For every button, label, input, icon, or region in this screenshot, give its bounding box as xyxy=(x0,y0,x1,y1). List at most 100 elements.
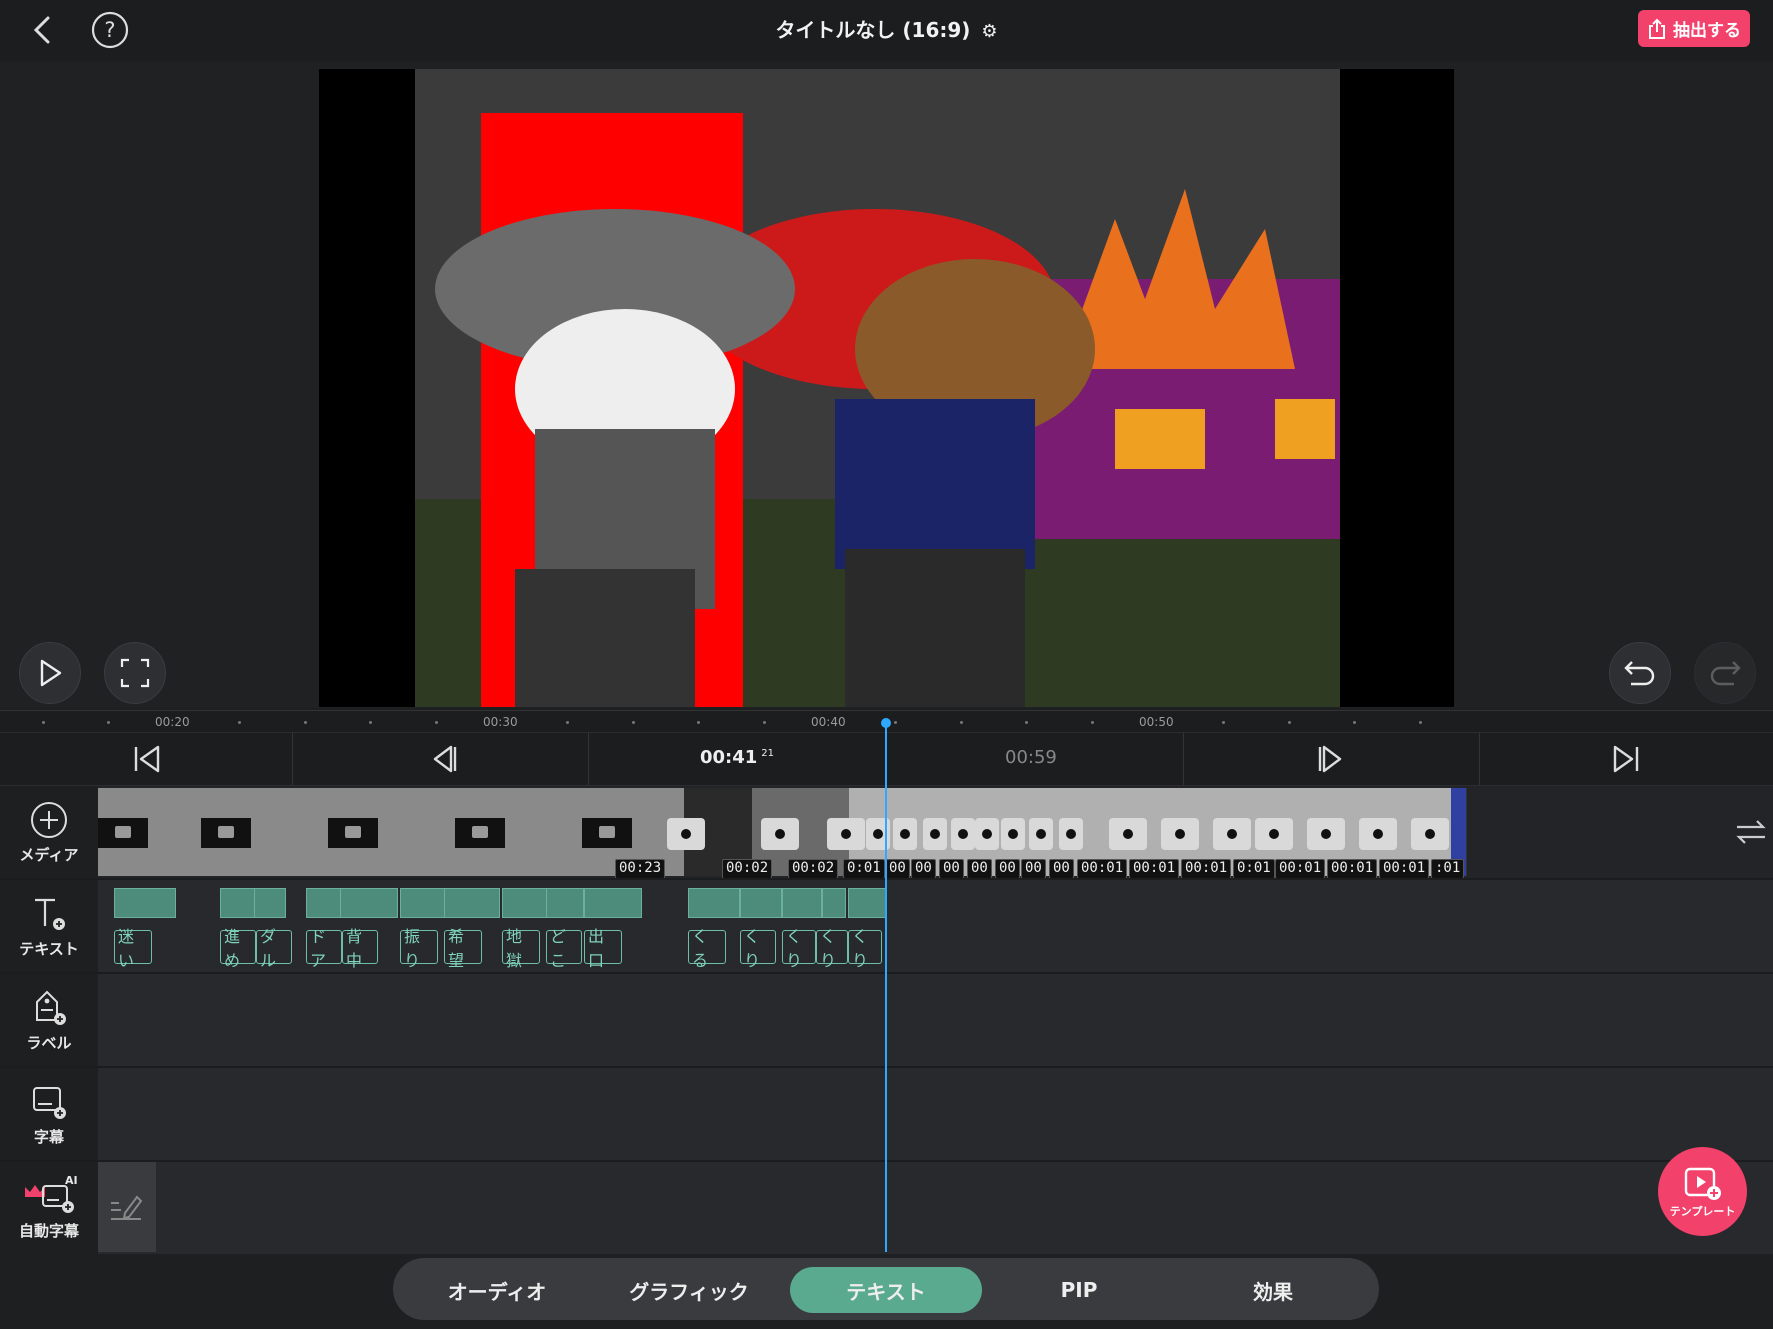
tab-graphic[interactable]: グラフィック xyxy=(593,1267,785,1313)
clip-duration: 00:01 xyxy=(1181,859,1232,879)
text-clip[interactable] xyxy=(114,888,176,918)
ruler-label: 00:50 xyxy=(1139,715,1174,729)
auto-subtitle-track-button[interactable]: AI 自動字幕 xyxy=(0,1162,98,1254)
subtitle-track-button[interactable]: 字幕 xyxy=(0,1068,98,1160)
text-clip[interactable] xyxy=(220,888,256,918)
current-time-text: 00:41 xyxy=(700,747,758,768)
tab-effects[interactable]: 効果 xyxy=(1177,1267,1369,1313)
label-track-lane[interactable] xyxy=(98,974,1773,1066)
undo-button[interactable] xyxy=(1609,642,1671,704)
clip-duration: 00:23 xyxy=(615,859,666,879)
text-clip-label[interactable]: くる xyxy=(688,927,726,970)
add-text-icon xyxy=(35,898,65,930)
playhead-handle[interactable] xyxy=(881,718,891,728)
text-clip[interactable] xyxy=(822,888,846,918)
text-clip[interactable] xyxy=(306,888,342,918)
text-clip-label[interactable]: くり xyxy=(816,927,848,970)
fullscreen-button[interactable] xyxy=(104,642,166,704)
auto-subtitle-track-lane[interactable] xyxy=(98,1162,1773,1254)
play-button[interactable] xyxy=(19,642,81,704)
text-clip-label[interactable]: どこ xyxy=(546,927,582,970)
current-frame: 21 xyxy=(761,748,775,759)
label-track-button[interactable]: ラベル xyxy=(0,974,98,1066)
bottom-tab-bar: オーディオ グラフィック テキスト PIP 効果 xyxy=(393,1258,1379,1320)
text-clip[interactable] xyxy=(782,888,822,918)
text-clip[interactable] xyxy=(740,888,782,918)
template-label: テンプレート xyxy=(1669,1204,1736,1218)
prev-frame-button[interactable] xyxy=(423,739,463,779)
skip-end-icon xyxy=(1613,745,1639,773)
template-button[interactable]: テンプレート xyxy=(1658,1147,1747,1236)
redo-button[interactable] xyxy=(1694,642,1756,704)
media-track-button[interactable]: メディア xyxy=(0,786,98,878)
skip-to-end-button[interactable] xyxy=(1606,739,1646,779)
edit-icon[interactable] xyxy=(98,1162,156,1252)
text-clip-label[interactable]: 振り xyxy=(400,927,438,970)
text-clip[interactable] xyxy=(444,888,500,918)
clip-duration: 00:01 xyxy=(1077,859,1128,879)
text-clip[interactable] xyxy=(848,888,886,918)
ruler-label: 00:30 xyxy=(483,715,518,729)
text-clip-label[interactable]: くり xyxy=(848,927,882,970)
next-frame-button[interactable] xyxy=(1312,739,1352,779)
text-clip[interactable] xyxy=(688,888,740,918)
gear-icon[interactable]: ⚙ xyxy=(981,21,997,42)
media-clip-strip[interactable]: 00:23 00:02 00:02 0:01 00 00 00 00 00 00… xyxy=(98,788,1467,879)
text-clip-label[interactable]: 地獄 xyxy=(502,927,540,970)
project-title-text: タイトルなし (16:9) xyxy=(775,18,971,42)
add-label-icon xyxy=(36,990,66,1025)
template-icon xyxy=(1684,1167,1721,1200)
current-time: 00:41 21 xyxy=(700,747,774,768)
top-bar: ? タイトルなし (16:9) ⚙ 抽出する xyxy=(0,0,1773,60)
clip-duration: 00 xyxy=(967,859,992,879)
swap-icon[interactable] xyxy=(1732,814,1770,850)
export-label: 抽出する xyxy=(1673,21,1741,41)
label-track-label: ラベル xyxy=(26,1033,72,1052)
subtitle-track-lane[interactable] xyxy=(98,1068,1773,1160)
text-clip[interactable] xyxy=(400,888,446,918)
media-track-lane[interactable]: 00:23 00:02 00:02 0:01 00 00 00 00 00 00… xyxy=(98,786,1773,879)
media-track-label: メディア xyxy=(19,845,79,864)
tab-text[interactable]: テキスト xyxy=(790,1267,982,1313)
clip-duration: 0:01 xyxy=(843,859,885,879)
subtitle-track-label: 字幕 xyxy=(33,1127,64,1146)
fullscreen-icon xyxy=(120,658,150,688)
auto-subtitle-track-label: 自動字幕 xyxy=(18,1221,79,1240)
text-clip[interactable] xyxy=(254,888,286,918)
add-subtitle-icon xyxy=(33,1086,66,1119)
redo-icon xyxy=(1710,661,1741,686)
tab-pip[interactable]: PIP xyxy=(983,1267,1175,1313)
text-clip-label[interactable]: 背中 xyxy=(342,927,378,970)
skip-start-icon xyxy=(134,745,160,773)
text-clip-label[interactable]: 出口 xyxy=(584,927,622,970)
video-preview-image[interactable] xyxy=(415,69,1340,707)
text-clip-label[interactable]: ダル xyxy=(256,927,292,970)
export-button[interactable]: 抽出する xyxy=(1638,10,1750,47)
add-media-icon xyxy=(31,801,67,838)
ai-badge: AI xyxy=(65,1173,78,1187)
playhead[interactable] xyxy=(885,722,887,1252)
text-clip-label[interactable]: 進め xyxy=(220,927,256,970)
text-clip-label[interactable]: 迷い xyxy=(114,927,152,970)
clip-duration: 00:01 xyxy=(1327,859,1378,879)
text-clip[interactable] xyxy=(546,888,584,918)
text-clip-label[interactable]: ドア xyxy=(306,927,342,970)
text-clip[interactable] xyxy=(340,888,398,918)
project-title[interactable]: タイトルなし (16:9) ⚙ xyxy=(0,14,1773,43)
clip-duration: 00:02 xyxy=(722,859,773,879)
ruler-label: 00:20 xyxy=(155,715,190,729)
text-clip-label[interactable]: 希望 xyxy=(444,927,482,970)
tab-audio[interactable]: オーディオ xyxy=(401,1267,593,1313)
ruler-label: 00:40 xyxy=(811,715,846,729)
text-clip[interactable] xyxy=(502,888,548,918)
text-clip[interactable] xyxy=(584,888,642,918)
prev-frame-icon xyxy=(433,745,457,773)
clip-duration: 00:01 xyxy=(1129,859,1180,879)
skip-to-start-button[interactable] xyxy=(127,739,167,779)
text-clip-label[interactable]: くり xyxy=(740,927,776,970)
text-track-button[interactable]: テキスト xyxy=(0,880,98,972)
text-clip-label[interactable]: くり xyxy=(782,927,816,970)
next-frame-icon xyxy=(1318,745,1342,773)
clip-duration: 00:01 xyxy=(1379,859,1430,879)
text-track-lane[interactable]: 迷い 進め ダル ドア 背中 振り 希望 地獄 どこ 出口 くる くり くり く… xyxy=(98,880,1773,972)
